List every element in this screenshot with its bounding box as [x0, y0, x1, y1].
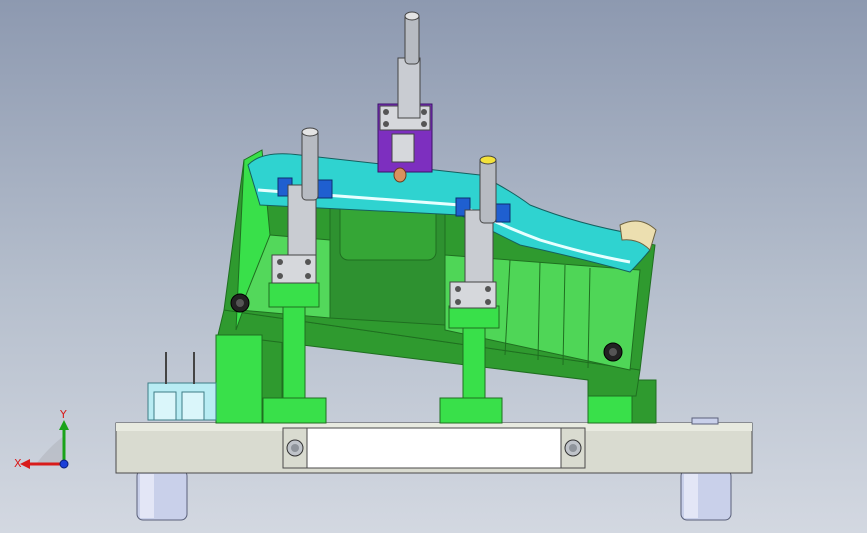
x-axis-label: X — [14, 457, 22, 470]
view-triad[interactable]: X Y — [10, 410, 80, 480]
toggle-clamp-top[interactable] — [377, 11, 433, 183]
base-plate[interactable] — [115, 417, 753, 474]
connector-block[interactable] — [147, 352, 217, 421]
foot-left[interactable] — [136, 469, 188, 521]
cad-viewport[interactable] — [0, 0, 867, 533]
triad-background-shape — [36, 436, 64, 464]
foot-right[interactable] — [680, 469, 732, 521]
z-axis-origin — [59, 459, 69, 469]
y-axis-arrowhead — [59, 420, 69, 430]
y-axis-label: Y — [59, 410, 67, 421]
